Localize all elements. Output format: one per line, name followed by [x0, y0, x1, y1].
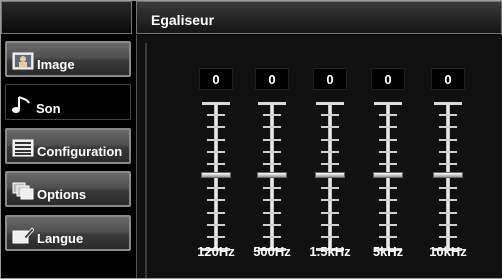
eq-tick: [379, 151, 397, 153]
eq-tick: [374, 102, 402, 105]
eq-tick: [263, 187, 281, 189]
eq-tick: [263, 139, 281, 141]
eq-tick: [434, 102, 462, 105]
eq-band-value: 0: [313, 68, 347, 90]
eq-band-frequency: 10kHz: [429, 244, 467, 259]
eq-tick: [321, 114, 339, 116]
eq-tick: [207, 212, 225, 214]
list-icon: [11, 138, 35, 158]
eq-tick: [321, 212, 339, 214]
eq-tick: [263, 163, 281, 165]
eq-tick: [263, 114, 281, 116]
eq-tick: [439, 163, 457, 165]
eq-tick: [439, 114, 457, 116]
panel-divider: [145, 43, 147, 278]
eq-band-frequency: 120Hz: [197, 244, 235, 259]
eq-tick: [207, 163, 225, 165]
eq-tick: [321, 187, 339, 189]
menu-item-image[interactable]: Image: [5, 41, 131, 77]
sidebar-header: [1, 1, 132, 34]
eq-tick: [207, 151, 225, 153]
menu-item-langue[interactable]: Langue: [5, 215, 131, 251]
menu-item-son[interactable]: Son: [5, 84, 131, 120]
eq-tick: [321, 163, 339, 165]
eq-tick: [207, 114, 225, 116]
music-note-icon: [10, 95, 34, 115]
eq-tick: [321, 126, 339, 128]
eq-tick: [439, 187, 457, 189]
eq-tick: [439, 126, 457, 128]
menu-item-label: Configuration: [37, 144, 123, 159]
eq-tick: [263, 151, 281, 153]
eq-tick: [316, 102, 344, 105]
eq-tick: [207, 199, 225, 201]
eq-tick: [263, 126, 281, 128]
eq-tick: [439, 139, 457, 141]
picture-icon: [11, 51, 35, 71]
eq-tick: [379, 212, 397, 214]
eq-tick: [207, 187, 225, 189]
eq-tick: [321, 151, 339, 153]
sidebar: Image Son Configuration Options Langue: [1, 1, 134, 278]
eq-tick: [207, 139, 225, 141]
eq-tick: [379, 163, 397, 165]
eq-slider-knob[interactable]: [315, 172, 345, 178]
eq-tick: [379, 187, 397, 189]
eq-tick: [379, 114, 397, 116]
eq-tick: [321, 236, 339, 238]
eq-band-frequency: 500Hz: [253, 244, 291, 259]
eq-tick: [439, 212, 457, 214]
pencil-icon: [11, 225, 35, 245]
eq-tick: [439, 236, 457, 238]
menu-item-label: Image: [37, 57, 75, 72]
eq-slider-knob[interactable]: [257, 172, 287, 178]
eq-tick: [321, 199, 339, 201]
eq-tick: [439, 199, 457, 201]
eq-tick: [207, 126, 225, 128]
eq-tick: [207, 224, 225, 226]
menu-item-options[interactable]: Options: [5, 171, 131, 207]
eq-tick: [263, 199, 281, 201]
eq-band-value: 0: [255, 68, 289, 90]
menu-item-configuration[interactable]: Configuration: [5, 128, 131, 164]
stacked-pages-icon: [11, 181, 35, 201]
eq-tick: [439, 151, 457, 153]
eq-tick: [379, 224, 397, 226]
eq-tick: [202, 102, 230, 105]
eq-band-frequency: 5kHz: [372, 244, 404, 259]
page-title: Egaliseur: [136, 1, 502, 34]
eq-slider-knob[interactable]: [433, 172, 463, 178]
eq-tick: [207, 236, 225, 238]
menu-item-label: Son: [36, 101, 61, 116]
eq-tick: [263, 212, 281, 214]
menu-item-label: Langue: [37, 231, 84, 246]
eq-tick: [258, 102, 286, 105]
eq-band-value: 0: [431, 68, 465, 90]
eq-tick: [379, 199, 397, 201]
eq-band-value: 0: [199, 68, 233, 90]
eq-tick: [263, 236, 281, 238]
eq-tick: [439, 224, 457, 226]
eq-tick: [321, 224, 339, 226]
eq-tick: [263, 224, 281, 226]
tv-menu-frame: Image Son Configuration Options Langue E…: [0, 0, 502, 279]
eq-band-value: 0: [371, 68, 405, 90]
eq-tick: [379, 139, 397, 141]
eq-band-frequency: 1.5kHz: [309, 244, 351, 259]
eq-tick: [379, 126, 397, 128]
eq-tick: [321, 139, 339, 141]
eq-slider-knob[interactable]: [201, 172, 231, 178]
eq-slider-knob[interactable]: [373, 172, 403, 178]
equalizer-body: 0 120Hz 0 500Hz 0 1.5kHz 0 5kHz 0 10kHz: [136, 35, 502, 278]
menu-item-label: Options: [37, 187, 87, 202]
eq-tick: [379, 236, 397, 238]
equalizer-panel: Egaliseur 0 120Hz 0 500Hz 0 1.5kHz 0 5kHz 0 10kHz: [136, 1, 502, 278]
